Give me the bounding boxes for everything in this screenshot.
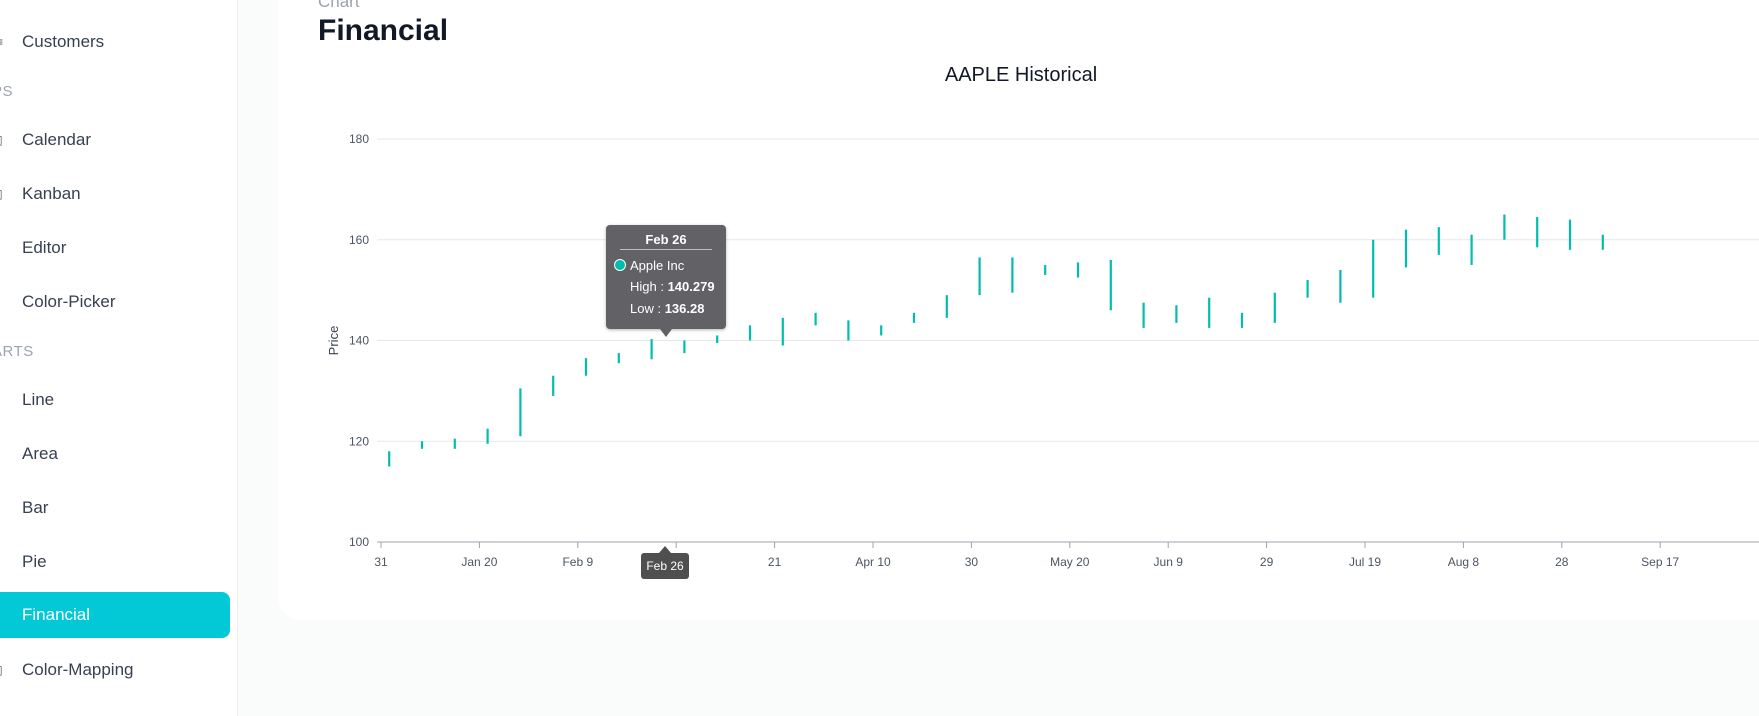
series-marker-icon — [614, 259, 626, 271]
x-tick-label: Jan 20 — [461, 555, 497, 569]
area-chart-icon — [0, 448, 4, 460]
crosshair-x-label: Feb 26 — [641, 546, 689, 579]
pen-icon: ′ — [0, 242, 4, 254]
y-tick-label: 100 — [349, 535, 369, 549]
calendar-icon: ▯ — [0, 134, 4, 146]
stock-chart-icon — [0, 609, 4, 621]
sidebar-item-pie[interactable]: Pie — [0, 539, 230, 585]
sidebar-section-charts: ARTS — [0, 343, 34, 360]
main-panel: Chart Financial AAPLE Historical 100 120 1… — [278, 0, 1759, 620]
sidebar-item-label: Pie — [22, 552, 47, 571]
x-tick-label: 28 — [1555, 555, 1569, 569]
tooltip-high-value: 140.279 — [667, 279, 715, 294]
sidebar-item-label: Area — [22, 444, 58, 463]
tooltip-header: Feb 26 — [620, 232, 712, 250]
kanban-icon: ▯ — [0, 188, 4, 200]
tooltip-high-row: High : 140.279 — [630, 279, 726, 295]
sidebar-item-label: Line — [22, 390, 55, 409]
chart-tooltip: Feb 26 Apple Inc High : 140.279 Low : 13… — [606, 225, 726, 337]
bar-chart-icon — [0, 502, 4, 514]
sidebar-item-label: Editor — [22, 238, 67, 257]
x-tick-label: 30 — [965, 555, 979, 569]
tooltip-series: Apple Inc — [614, 257, 726, 273]
sidebar-item-financial[interactable]: Financial — [0, 592, 230, 638]
app-window: ≡ Customers PS ▯ Calendar ▯ Kanban ′ Edi… — [0, 0, 1759, 716]
y-axis-label: Price — [326, 326, 341, 356]
x-tick-label: Jul 19 — [1349, 555, 1381, 569]
sidebar-item-label: Kanban — [22, 184, 81, 203]
sidebar-item-label: Financial — [22, 605, 91, 624]
y-tick-label: 160 — [349, 233, 369, 247]
tooltip-series-name: Apple Inc — [630, 257, 685, 273]
tooltip-low-row: Low : 136.28 — [630, 301, 726, 317]
x-tick-label: Apr 10 — [855, 555, 891, 569]
table-icon: ≡ — [0, 36, 4, 48]
sidebar-section-apps: PS — [0, 83, 14, 100]
sidebar-item-label: Customers — [22, 32, 105, 51]
sidebar-item-label: Calendar — [22, 130, 91, 149]
x-tick-label: 21 — [768, 555, 782, 569]
sidebar-item-line[interactable]: Line — [0, 377, 230, 423]
y-tick-label: 180 — [349, 132, 369, 146]
x-tick-label: Jun 9 — [1154, 555, 1184, 569]
line-chart-icon — [0, 394, 4, 406]
y-tick-label: 140 — [349, 334, 369, 348]
x-tick-label: Aug 8 — [1448, 555, 1480, 569]
x-tick-label: 29 — [1260, 555, 1274, 569]
color-map-icon: ▯ — [0, 664, 4, 676]
sidebar-item-kanban[interactable]: ▯ Kanban — [0, 171, 230, 217]
y-tick-label: 120 — [349, 434, 369, 448]
x-tick-label: Feb 9 — [562, 555, 593, 569]
financial-chart[interactable]: 100 120 140 160 180 Price 31 Jan 20 Feb 9 21 Apr 1… — [278, 0, 1759, 600]
sidebar-item-label: Color-Picker — [22, 292, 116, 311]
sidebar-item-label: Color-Mapping — [22, 660, 134, 679]
sidebar-item-color-mapping[interactable]: ▯ Color-Mapping — [0, 647, 230, 693]
sidebar-item-color-picker[interactable]: Color-Picker — [0, 279, 230, 325]
x-tick-label: Sep 17 — [1641, 555, 1679, 569]
sidebar-item-editor[interactable]: ′ Editor — [0, 225, 230, 271]
palette-icon — [0, 296, 4, 308]
tooltip-high-label: High : — [630, 279, 668, 294]
tooltip-low-label: Low : — [630, 301, 665, 316]
x-tick-label: May 20 — [1050, 555, 1090, 569]
x-tick-label: 31 — [374, 555, 388, 569]
sidebar-item-area[interactable]: Area — [0, 431, 230, 477]
sidebar-item-bar[interactable]: Bar — [0, 485, 230, 531]
tooltip-arrow — [660, 329, 672, 337]
sidebar-item-calendar[interactable]: ▯ Calendar — [0, 117, 230, 163]
tooltip-low-value: 136.28 — [664, 301, 705, 316]
sidebar-item-customers[interactable]: ≡ Customers — [0, 19, 230, 65]
sidebar-item-label: Bar — [22, 498, 49, 517]
sidebar: ≡ Customers PS ▯ Calendar ▯ Kanban ′ Edi… — [0, 0, 238, 716]
pie-chart-icon — [0, 556, 4, 568]
